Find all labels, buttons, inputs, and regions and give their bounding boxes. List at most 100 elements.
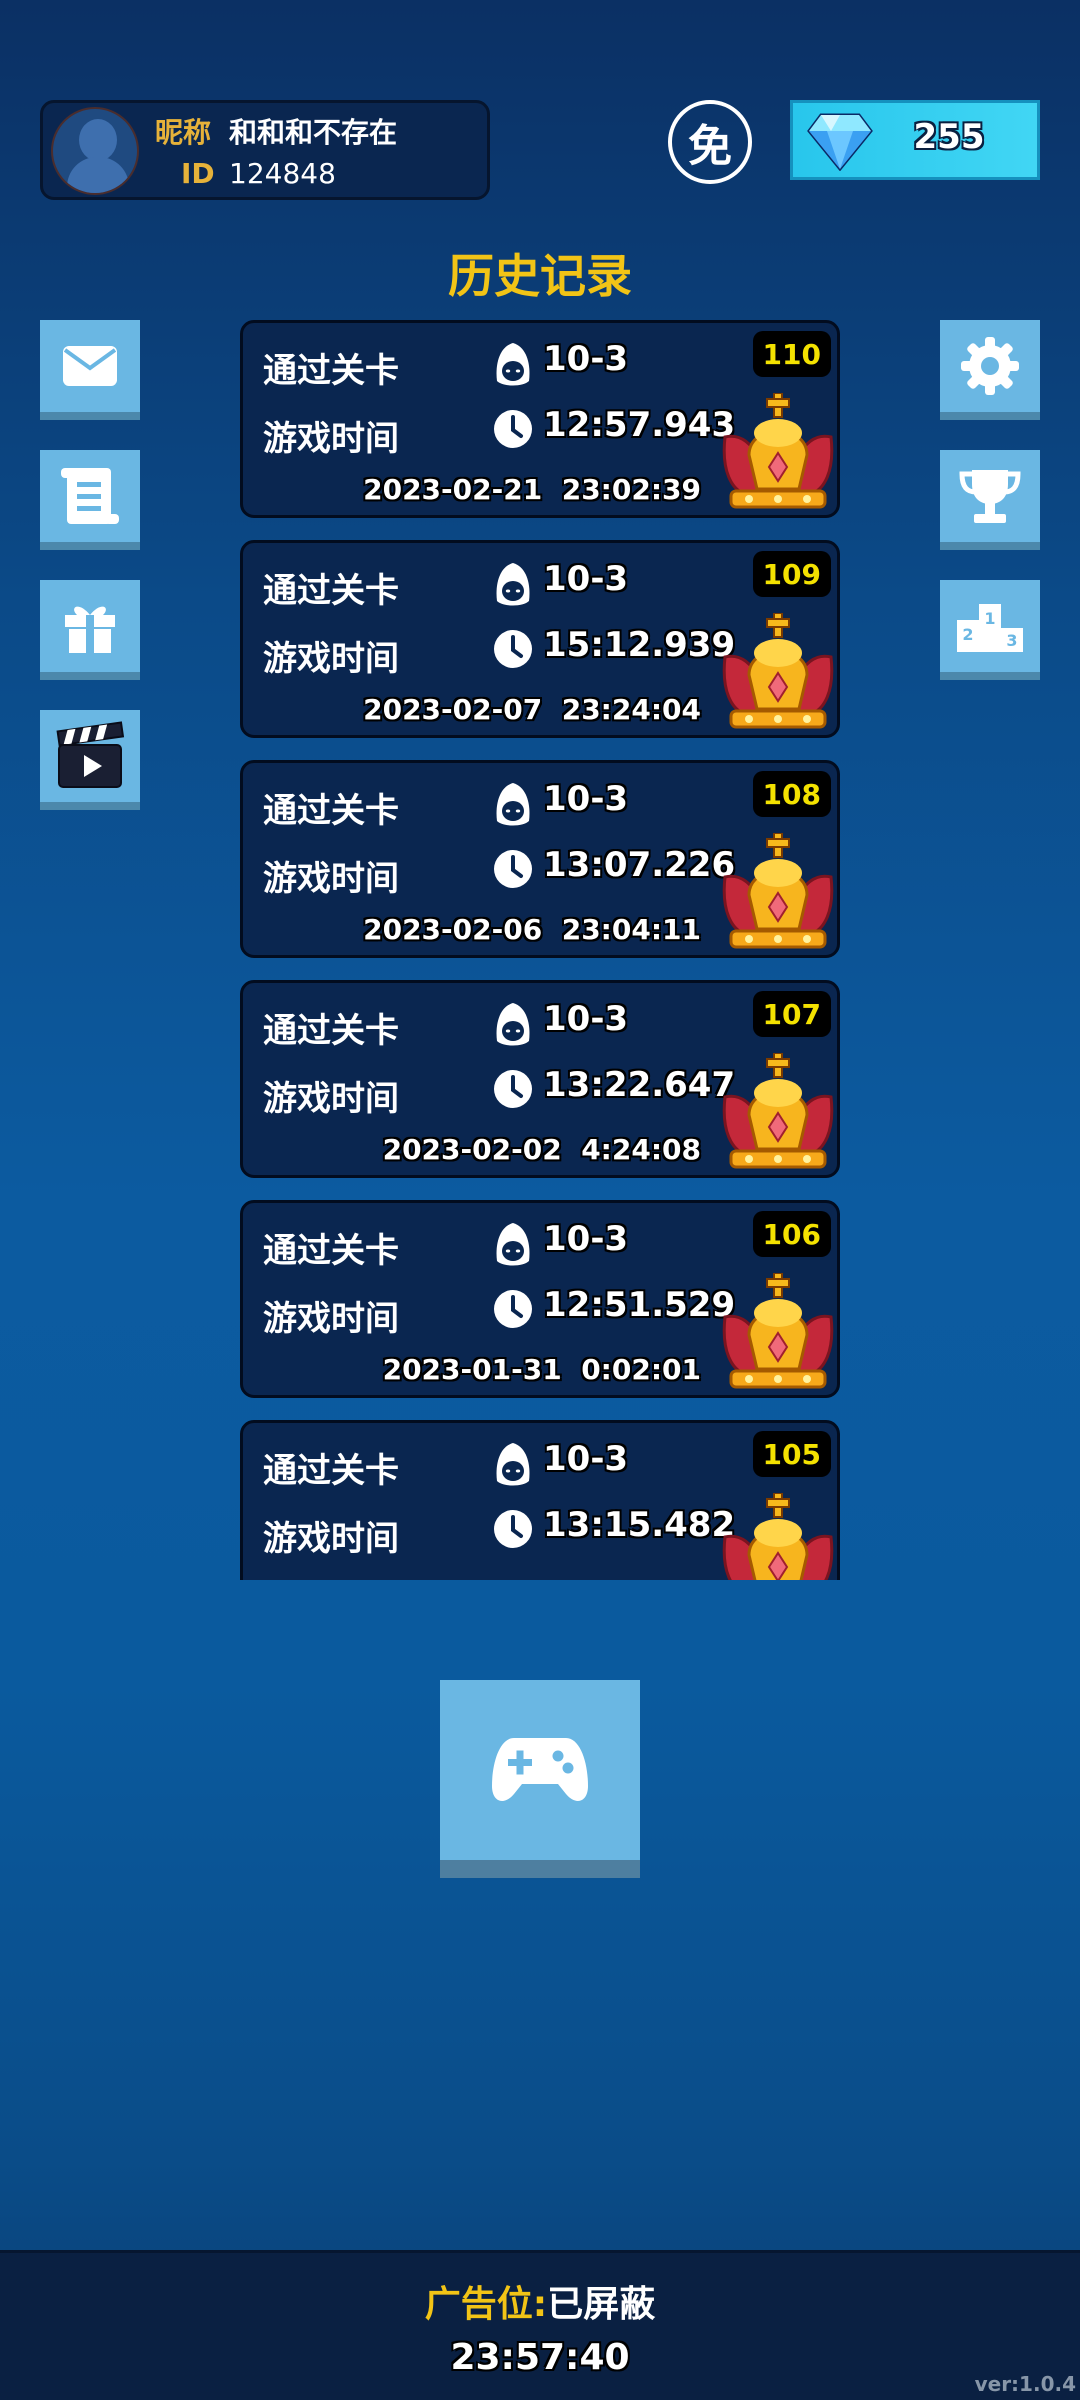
time-value: 12:51.529 [543,1285,736,1325]
mail-icon [63,346,117,386]
video-clapper-icon [56,721,125,788]
time-label: 游戏时间 [263,419,399,459]
clock: 23:57:40 [450,2337,630,2378]
level-label: 通过关卡 [263,1231,399,1271]
history-record[interactable]: 通过关卡 10-3 游戏时间 13:22.647 2023-02-02 4:24… [240,980,840,1178]
play-button[interactable] [440,1680,640,1878]
time-icon-wrap [491,627,535,675]
gift-button[interactable] [40,580,140,680]
level-value: 10-3 [543,339,629,379]
ranking-button[interactable]: 1 2 3 [940,580,1040,680]
time-icon-wrap [491,1507,535,1555]
level-label: 通过关卡 [263,1011,399,1051]
record-date: 2023-02-02 4:24:08 [382,1133,701,1166]
history-record[interactable]: 通过关卡 10-3 游戏时间 12:57.943 2023-02-21 23:0… [240,320,840,518]
history-record[interactable]: 通过关卡 10-3 游戏时间 13:15.482 105 [240,1420,840,1580]
record-date: 2023-01-31 0:02:01 [382,1353,701,1386]
level-value: 10-3 [543,1219,629,1259]
page-title: 历史记录 [448,249,632,303]
level-icon-wrap [491,341,535,393]
clock-icon [494,1290,532,1328]
hood-icon [496,343,530,386]
notes-button[interactable] [40,450,140,550]
time-icon-wrap [491,1067,535,1115]
crown-icon [722,1272,834,1389]
time-icon-wrap [491,407,535,455]
svg-text:1: 1 [984,609,995,628]
level-label: 通过关卡 [263,351,399,391]
trophy-icon [959,470,1021,523]
level-value: 10-3 [543,999,629,1039]
crown-wrap [719,392,837,515]
ad-status: 广告位:已屏蔽 [0,2275,1080,2327]
video-button[interactable] [40,710,140,810]
clock-icon [494,630,532,668]
level-icon-wrap [491,781,535,833]
crown-wrap [719,832,837,955]
history-record[interactable]: 通过关卡 10-3 游戏时间 12:51.529 2023-01-31 0:02… [240,1200,840,1398]
ad-value: 已屏蔽 [547,2284,656,2325]
record-number: 108 [752,771,831,817]
record-number: 110 [752,331,831,377]
record-number: 105 [752,1431,831,1477]
hood-icon [496,1003,530,1046]
time-value: 13:22.647 [543,1065,736,1105]
record-number: 107 [752,991,831,1037]
time-label: 游戏时间 [263,1299,399,1339]
time-label: 游戏时间 [263,639,399,679]
level-value: 10-3 [543,1439,629,1479]
settings-button[interactable] [940,320,1040,420]
gear-icon [961,337,1019,395]
level-label: 通过关卡 [263,1451,399,1491]
time-icon-wrap [491,1287,535,1335]
avatar[interactable] [51,107,139,195]
trophy-button[interactable] [940,450,1040,550]
time-label: 游戏时间 [263,1519,399,1559]
hood-icon [496,783,530,826]
hood-icon [496,1223,530,1266]
free-badge-button[interactable]: 免 [668,100,752,184]
crown-icon [722,1052,834,1169]
hood-icon [496,1443,530,1486]
crown-icon [722,1492,834,1580]
nickname-value: 和和和不存在 [229,116,398,149]
diamond-icon [807,113,873,171]
crown-icon [722,832,834,949]
time-value: 12:57.943 [543,405,736,445]
ad-label: 广告位: [424,2284,548,2325]
level-label: 通过关卡 [263,791,399,831]
history-record[interactable]: 通过关卡 10-3 游戏时间 13:07.226 2023-02-06 23:0… [240,760,840,958]
profile-card[interactable]: 昵称 和和和不存在 ID 124848 [40,100,490,200]
level-icon-wrap [491,1441,535,1493]
gem-balance[interactable]: 255 [790,100,1040,180]
record-date: 2023-02-07 23:24:04 [363,693,701,726]
gamepad-icon [492,1738,588,1801]
hood-icon [496,563,530,606]
time-value: 15:12.939 [543,625,736,665]
clock-icon [494,850,532,888]
notes-icon [61,468,119,524]
id-value: 124848 [229,157,336,190]
time-label: 游戏时间 [263,859,399,899]
version-label: ver:1.0.4 [974,2372,1076,2396]
level-value: 10-3 [543,559,629,599]
record-number: 109 [752,551,831,597]
clock-icon [494,410,532,448]
crown-icon [722,612,834,729]
gift-icon [65,606,115,653]
history-record[interactable]: 通过关卡 10-3 游戏时间 15:12.939 2023-02-07 23:2… [240,540,840,738]
record-number: 106 [752,1211,831,1257]
time-icon-wrap [491,847,535,895]
history-list[interactable]: 通过关卡 10-3 游戏时间 12:57.943 2023-02-21 23:0… [238,318,844,1580]
clock-icon [494,1510,532,1548]
id-label: ID [181,157,215,190]
level-value: 10-3 [543,779,629,819]
svg-text:3: 3 [1006,631,1017,650]
mail-button[interactable] [40,320,140,420]
record-date: 2023-02-06 23:04:11 [363,913,701,946]
gem-count: 255 [913,117,985,157]
crown-wrap [719,1272,837,1395]
record-date: 2023-02-21 23:02:39 [363,473,701,506]
crown-wrap [719,1492,837,1580]
level-label: 通过关卡 [263,571,399,611]
